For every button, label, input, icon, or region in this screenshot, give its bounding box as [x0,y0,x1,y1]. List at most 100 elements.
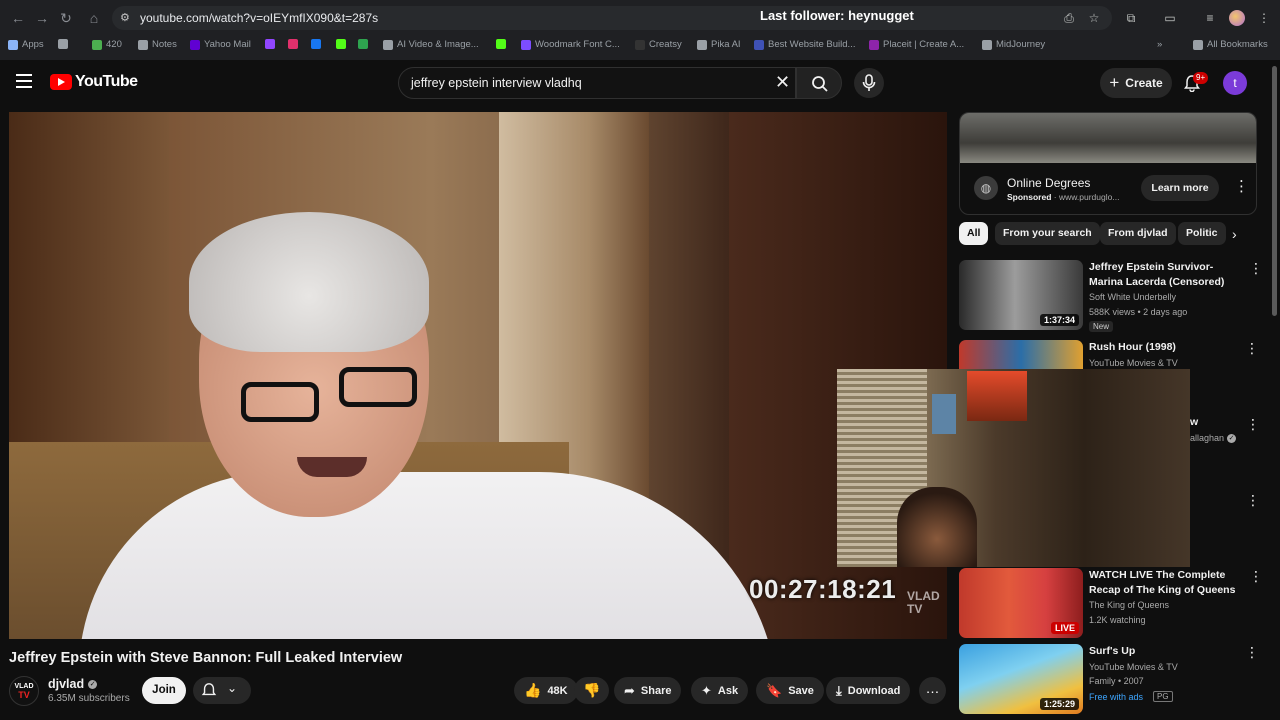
like-button[interactable]: 👍 48K [514,677,578,704]
sponsored-ad-card[interactable]: ◍ Online Degrees Sponsored · www.purdugl… [959,112,1257,215]
join-button[interactable]: Join [142,677,186,704]
webcam-overlay [837,369,1190,567]
menu-icon[interactable] [16,74,32,88]
page-scrollbar[interactable] [1272,66,1277,316]
bookmark-favicon-icon [265,39,275,49]
bookmark-favicon-icon [190,39,200,50]
bookmark-item[interactable] [311,39,321,49]
thumbs-down-icon: 👎 [583,682,601,698]
reload-icon[interactable]: ↻ [58,10,74,26]
bookmark-item[interactable] [288,39,298,49]
bookmark-item[interactable]: Notes [138,39,177,50]
youtube-logo[interactable]: YouTube [50,73,138,91]
video-thumbnail: 1:25:29 [959,644,1083,714]
bookmark-item[interactable]: All Bookmarks [1193,39,1268,50]
download-button[interactable]: ⤓ Download [826,677,911,704]
search-input[interactable]: jeffrey epstein interview vladhq ✕ [398,67,796,99]
bookmark-item[interactable]: Yahoo Mail [190,39,251,50]
address-row: ← → ↻ ⌂ ⚙ youtube.com/watch?v=oIEYmfIX09… [0,0,1280,36]
bookmark-favicon-icon [754,39,764,50]
recommendation-title: WATCH LIVE The Complete Recap of The Kin… [1089,569,1236,596]
more-options-icon[interactable]: ⋮ [1249,568,1263,585]
share-button[interactable]: ➦ Share [614,677,682,704]
more-options-icon[interactable]: ⋮ [1246,492,1260,509]
bookmark-item[interactable] [336,39,346,49]
chip-all[interactable]: All [959,222,989,245]
clear-search-icon[interactable]: ✕ [775,72,790,93]
chevron-right-icon[interactable]: › [1232,226,1237,242]
browser-chrome: ← → ↻ ⌂ ⚙ youtube.com/watch?v=oIEYmfIX09… [0,0,1280,60]
install-icon[interactable]: ⎙ [1062,11,1076,25]
recommendation-channel: Soft White Underbelly [1089,292,1177,302]
bookmark-icon: 🔖 [766,682,783,698]
bookmark-item[interactable]: Creatsy [635,39,682,50]
chip-from-your-search[interactable]: From your search [995,222,1100,245]
more-options-icon[interactable]: ⋮ [1245,644,1259,661]
video-thumbnail [959,340,1083,369]
bookmark-item[interactable]: Best Website Build... [754,39,855,50]
more-options-icon[interactable]: ⋮ [1249,260,1263,277]
recommendation-item[interactable]: LIVE WATCH LIVE The Complete Recap of Th… [959,568,1263,640]
more-options-icon[interactable]: ⋮ [1245,340,1259,357]
recommendation-title: Surf's Up [1089,645,1136,657]
bookmark-item[interactable]: 420 [92,39,122,50]
ad-more-icon[interactable]: ⋮ [1234,177,1249,195]
bookmark-item[interactable]: Placeit | Create A... [869,39,964,50]
back-icon[interactable]: ← [10,10,26,26]
account-avatar[interactable]: t [1223,71,1247,95]
bookmark-item[interactable] [58,39,68,49]
chip-politics[interactable]: Politic [1178,222,1226,245]
media-icon[interactable]: ≡ [1203,11,1217,25]
bookmark-item[interactable] [496,39,506,49]
stream-overlay-follower: Last follower: heynugget [760,8,914,23]
recommendation-item[interactable]: 1:25:29 Surf's Up YouTube Movies & TV Fa… [959,644,1259,716]
subscription-bell-button[interactable]: ⌄ [193,677,251,704]
bookmark-label: Apps [22,39,44,50]
ad-sponsor-line: Sponsored · www.purduglo... [1007,192,1120,202]
youtube-wordmark: YouTube [75,73,138,90]
more-options-icon[interactable]: ⋮ [1246,416,1260,433]
bookmark-favicon-icon [58,39,68,49]
save-button[interactable]: 🔖 Save [756,677,824,704]
voice-search-button[interactable] [854,68,884,98]
bookmark-item[interactable]: Woodmark Font C... [521,39,620,50]
bookmark-item[interactable]: Pika AI [697,39,741,50]
search-button[interactable] [796,67,842,99]
recommendation-item[interactable]: 1:37:34 Jeffrey Epstein Survivor-Marina … [959,260,1263,332]
bookmark-label: 420 [106,39,122,50]
learn-more-button[interactable]: Learn more [1141,175,1219,201]
bookmark-item[interactable]: Apps [8,39,44,50]
sidepanel-icon[interactable]: ▭ [1163,11,1177,25]
address-bar[interactable]: ⚙ youtube.com/watch?v=oIEYmfIX090&t=287s [112,6,1112,30]
bookmark-item[interactable] [265,39,275,49]
bookmark-item[interactable] [358,39,368,49]
bookmark-item[interactable]: MidJourney [982,39,1045,50]
ask-button[interactable]: ✦ Ask [691,677,749,704]
home-icon[interactable]: ⌂ [86,10,102,26]
new-badge: New [1089,321,1114,332]
dislike-button[interactable]: 👎 [574,677,610,704]
channel-name-link[interactable]: djvlad ✓ [48,677,98,691]
create-button[interactable]: + Create [1100,68,1172,98]
menu-dots-icon[interactable]: ⋮ [1257,11,1271,25]
recommendation-channel: The King of Queens [1089,600,1170,610]
chip-from-djvlad[interactable]: From djvlad [1100,222,1176,245]
recommendation-meta: 588K views • 2 days ago [1089,307,1188,317]
channel-avatar[interactable]: VLAD TV [9,676,39,706]
bookmark-item[interactable]: AI Video & Image... [383,39,479,50]
sparkle-icon: ✦ [701,682,712,698]
site-info-icon[interactable]: ⚙ [120,11,134,25]
more-bookmarks-icon[interactable]: » [1157,39,1162,50]
video-player[interactable]: 00:27:18:21 VLAD TV [9,112,947,639]
star-icon[interactable]: ☆ [1087,11,1101,25]
bookmark-label: Placeit | Create A... [883,39,965,50]
webcam-streamer [897,487,977,567]
profile-avatar[interactable] [1229,10,1245,26]
extensions-icon[interactable]: ⧉ [1124,11,1138,25]
more-actions-button[interactable]: … [919,677,946,704]
bookmark-label: MidJourney [996,39,1046,50]
recommendation-item[interactable]: Rush Hour (1998) YouTube Movies & TV ⋮ [959,340,1259,370]
verified-check-icon: ✓ [88,679,98,689]
forward-icon[interactable]: → [34,10,50,26]
plus-icon: + [1109,73,1120,92]
